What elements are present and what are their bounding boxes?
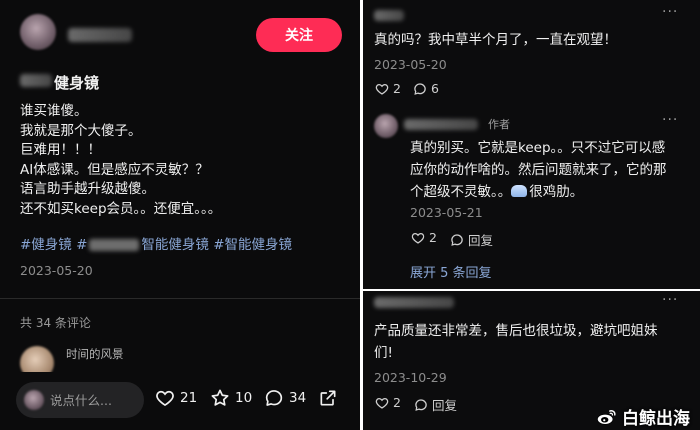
reply-label: 回复: [468, 233, 494, 248]
watermark: 白鲸出海: [596, 404, 690, 429]
follow-button[interactable]: 关注: [256, 18, 342, 52]
comment-bubble-icon: [414, 82, 426, 95]
comment-line: 们!: [374, 345, 393, 361]
author-name-redacted[interactable]: [68, 28, 132, 42]
heart-icon: [375, 83, 389, 95]
favorite-count: 10: [235, 390, 253, 406]
post-line: 还不如买keep会员。。还便宜。。。: [20, 200, 222, 217]
reply-like-count: 2: [429, 230, 437, 245]
post-date: 2023-05-20: [20, 263, 93, 278]
post-title: 健身镜: [54, 74, 100, 92]
reply-author-avatar[interactable]: [374, 114, 398, 138]
commenter-name-redacted[interactable]: [374, 297, 454, 308]
more-icon[interactable]: ···: [662, 292, 678, 308]
comment-text: 产品质量还非常差，售后也很垃圾，避坑吧姐妹 们!: [374, 320, 658, 364]
hashtag-3[interactable]: #智能健身镜: [213, 237, 292, 253]
hashtag-redacted: [89, 239, 140, 251]
like-button[interactable]: 21: [155, 388, 197, 408]
comment-date: 2023-10-29: [374, 370, 447, 385]
like-count: 21: [180, 390, 198, 406]
hashtags: #健身镜 # 智能健身镜 #智能健身镜: [20, 233, 292, 253]
heart-icon: [411, 232, 425, 244]
author-avatar[interactable]: [20, 14, 56, 50]
comment-like-button[interactable]: 2: [375, 81, 401, 96]
commenter-name-redacted[interactable]: [374, 10, 404, 21]
comment-count-action: 34: [289, 390, 307, 406]
comment-like-count: 2: [393, 395, 401, 410]
action-bar: 21 10 34: [0, 372, 360, 430]
title-prefix-redacted: [20, 74, 52, 87]
post-panel: 关注 健身镜 谁买谁傻。 我就是那个大傻子。 巨难用！！！ AI体感课。但是感应…: [0, 0, 360, 430]
comment-bubble-icon: [451, 233, 463, 246]
comment-input-box[interactable]: [16, 382, 144, 418]
comment-date: 2023-05-20: [374, 57, 447, 72]
comment-text: 真的吗？我中草半个月了，一直在观望！: [374, 32, 617, 48]
heart-icon: [375, 397, 389, 409]
comment-reply-count: 6: [431, 81, 439, 96]
comment-button[interactable]: 34: [264, 388, 306, 408]
post-line: 语言助手越升级越傻。: [20, 181, 155, 197]
post-line: AI体感课。但是感应不灵敏？？: [20, 161, 209, 178]
share-button[interactable]: [318, 388, 338, 408]
post-line: 我就是那个大傻子。: [20, 122, 142, 139]
reply-text: 真的别买。它就是keep。。只不过它可以感 应你的动作啥的。然后问题就来了，它的…: [410, 137, 667, 203]
comment-reply-button[interactable]: 6: [413, 81, 439, 96]
reply-reply-button[interactable]: 回复: [450, 230, 493, 249]
divider: [0, 298, 360, 299]
star-icon: [211, 389, 229, 406]
self-avatar: [24, 390, 44, 410]
watermark-text: 白鲸出海: [622, 409, 690, 429]
comment-count: 共 34 条评论: [20, 316, 91, 330]
reply-line: 真的别买。它就是keep。。只不过它可以感: [410, 140, 666, 156]
more-icon[interactable]: ···: [662, 112, 678, 128]
author-badge: 作者: [488, 118, 510, 131]
comment-bubble-icon: [265, 390, 283, 406]
reply-like-button[interactable]: 2: [411, 230, 437, 245]
weibo-logo-icon: [597, 409, 616, 425]
reply-line-last: 个超级不灵敏。。 很鸡肋。: [410, 184, 584, 200]
hashtag-2[interactable]: # 智能健身镜: [76, 237, 209, 253]
reply-label: 回复: [432, 398, 458, 413]
favorite-button[interactable]: 10: [210, 388, 252, 408]
reply-author-name-redacted[interactable]: [404, 119, 478, 130]
expand-replies-link[interactable]: 展开 5 条回复: [410, 262, 492, 281]
comment-line: 产品质量还非常差，售后也很垃圾，避坑吧姐妹: [374, 323, 658, 339]
hashtag-1[interactable]: #健身镜: [20, 237, 72, 253]
comment-like-button[interactable]: 2: [375, 395, 401, 410]
comment-like-count: 2: [393, 81, 401, 96]
more-icon[interactable]: ···: [662, 4, 678, 20]
sticker-icon: [511, 185, 528, 197]
post-body: 谁买谁傻。 我就是那个大傻子。 巨难用！！！ AI体感课。但是感应不灵敏？？ 语…: [20, 102, 221, 219]
heart-icon: [156, 390, 174, 407]
reply-date: 2023-05-21: [410, 205, 483, 220]
share-icon: [320, 390, 336, 406]
reply-line: 应你的动作啥的。然后问题就来了，它的那: [410, 162, 667, 178]
comment-reply-button[interactable]: 回复: [414, 395, 457, 414]
post-line: 谁买谁傻。: [20, 103, 88, 119]
commenter-name[interactable]: 时间的风景: [66, 346, 124, 362]
comment-bubble-icon: [415, 398, 427, 411]
post-line: 巨难用！！！: [20, 142, 101, 158]
comment-input[interactable]: [50, 392, 130, 408]
